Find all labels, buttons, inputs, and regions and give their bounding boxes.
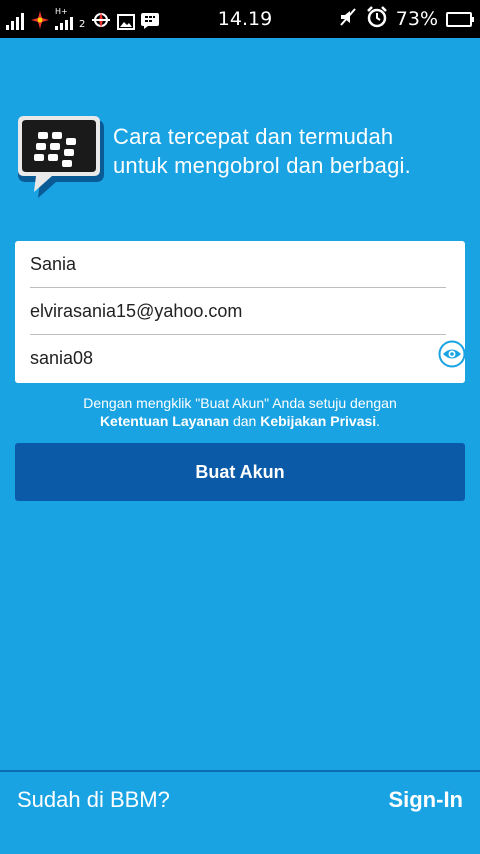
image-icon bbox=[117, 8, 136, 30]
create-account-button[interactable]: Buat Akun bbox=[15, 443, 465, 501]
already-on-bbm-text: Sudah di BBM? bbox=[17, 787, 170, 812]
tagline-line1: Cara tercepat dan termudah bbox=[113, 124, 394, 149]
status-bar: H+ 2 14.19 73% bbox=[0, 0, 480, 38]
battery-percent: 73% bbox=[395, 8, 438, 30]
sign-in-link[interactable]: Sign-In bbox=[388, 787, 463, 813]
alarm-icon bbox=[366, 6, 388, 32]
email-input[interactable] bbox=[30, 288, 446, 334]
status-right-icons: 73% bbox=[285, 6, 480, 32]
compass-icon bbox=[90, 8, 112, 30]
privacy-policy-link[interactable]: Kebijakan Privasi bbox=[260, 413, 376, 429]
name-input[interactable] bbox=[30, 241, 446, 287]
bbm-logo-icon bbox=[18, 116, 104, 198]
bbm-notification-icon bbox=[140, 8, 160, 30]
terms-period: . bbox=[376, 413, 381, 429]
sim2-label: 2 bbox=[79, 19, 86, 30]
password-input[interactable] bbox=[30, 335, 446, 382]
eye-icon[interactable] bbox=[437, 339, 467, 369]
terms-notice: Dengan mengklik "Buat Akun" Anda setuju … bbox=[15, 394, 465, 430]
header: Cara tercepat dan termudah untuk mengobr… bbox=[16, 114, 466, 206]
battery-icon bbox=[446, 11, 474, 27]
password-field-row bbox=[30, 335, 446, 382]
footer-divider bbox=[0, 770, 480, 772]
terms-and-text: dan bbox=[232, 413, 257, 429]
signal-bars-icon bbox=[6, 8, 25, 30]
tagline: Cara tercepat dan termudah untuk mengobr… bbox=[113, 122, 411, 180]
status-left-icons: H+ 2 bbox=[0, 8, 200, 30]
network-hplus-icon: H+ bbox=[55, 8, 73, 30]
tagline-line2: untuk mengobrol dan berbagi. bbox=[113, 153, 411, 178]
signal-bars-2-icon: 2 bbox=[78, 8, 85, 30]
network-type-label: H+ bbox=[55, 7, 68, 16]
terms-line1: Dengan mengklik "Buat Akun" Anda setuju … bbox=[83, 395, 397, 411]
app-flower-icon bbox=[30, 8, 50, 30]
name-field-row bbox=[30, 241, 446, 288]
status-time: 14.19 bbox=[217, 8, 273, 30]
mute-icon bbox=[338, 7, 358, 31]
terms-of-service-link[interactable]: Ketentuan Layanan bbox=[100, 413, 229, 429]
email-field-row bbox=[30, 288, 446, 335]
registration-form bbox=[15, 241, 467, 383]
terms-line2: Ketentuan Layanan dan Kebijakan Privasi. bbox=[15, 412, 465, 430]
